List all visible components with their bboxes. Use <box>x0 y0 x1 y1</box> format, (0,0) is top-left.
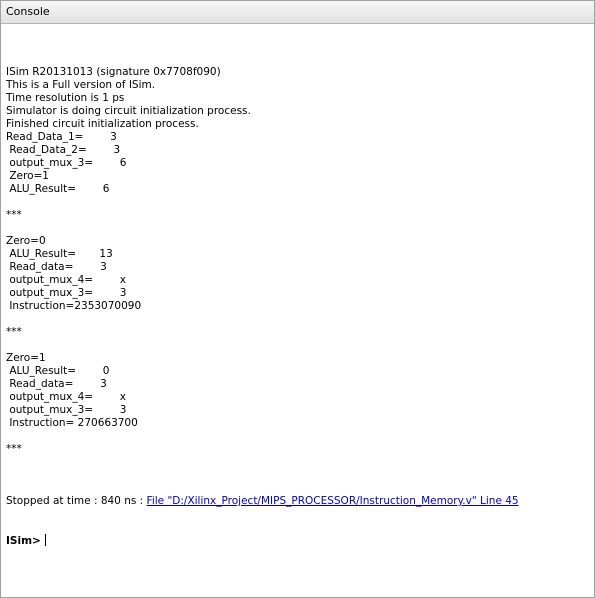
console-line: ISim R20131013 (signature 0x7708f090) <box>6 66 221 78</box>
console-line: Read_Data_1= 3 <box>6 131 117 143</box>
console-panel: Console ISim R20131013 (signature 0x7708… <box>0 0 595 598</box>
console-line: Zero=1 <box>6 352 46 364</box>
console-line: output_mux_4= x <box>6 391 126 403</box>
console-line: *** <box>6 326 22 338</box>
console-line: This is a Full version of ISim. <box>6 79 156 91</box>
console-line: Zero=1 <box>6 170 49 182</box>
console-line: Finished circuit initialization process. <box>6 118 199 130</box>
console-line: Read_data= 3 <box>6 378 107 390</box>
console-line: Instruction= 270663700 <box>6 417 138 429</box>
console-line: Simulator is doing circuit initializatio… <box>6 105 251 117</box>
console-line: ALU_Result= 13 <box>6 248 113 260</box>
console-line: ALU_Result= 0 <box>6 365 110 377</box>
console-line: output_mux_3= 3 <box>6 287 127 299</box>
console-line: *** <box>6 209 22 221</box>
command-prompt: ISim> <box>6 535 41 547</box>
source-file-link[interactable]: File "D:/Xilinx_Project/MIPS_PROCESSOR/I… <box>147 495 519 507</box>
console-line: *** <box>6 443 22 455</box>
console-line: Read_data= 3 <box>6 261 107 273</box>
console-line: output_mux_3= 3 <box>6 404 127 416</box>
stopped-line: Stopped at time : 840 ns : File "D:/Xili… <box>6 495 594 508</box>
console-line: Instruction=2353070090 <box>6 300 142 312</box>
command-prompt-line[interactable]: ISim> <box>6 534 594 547</box>
console-line: Read_Data_2= 3 <box>6 144 121 156</box>
console-line: Zero=0 <box>6 235 46 247</box>
text-caret <box>44 534 46 546</box>
console-log: ISim R20131013 (signature 0x7708f090) Thi… <box>6 66 594 469</box>
console-line: ALU_Result= 6 <box>6 183 110 195</box>
stopped-text: Stopped at time : 840 ns : <box>6 495 147 507</box>
panel-title: Console <box>1 1 594 24</box>
console-line: output_mux_3= 6 <box>6 157 127 169</box>
console-output[interactable]: ISim R20131013 (signature 0x7708f090) Thi… <box>1 24 594 597</box>
console-line: output_mux_4= x <box>6 274 126 286</box>
console-line: Time resolution is 1 ps <box>6 92 125 104</box>
